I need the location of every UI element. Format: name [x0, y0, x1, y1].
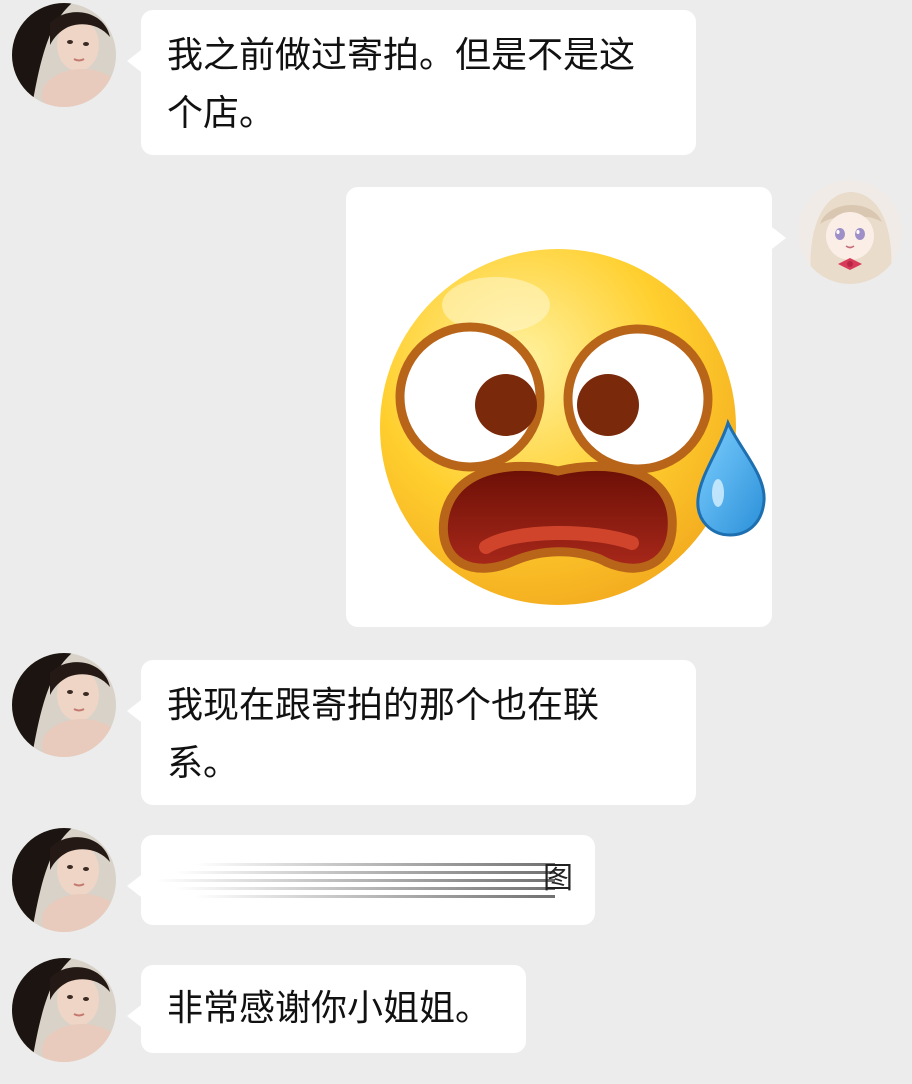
- redaction-mark: 图: [155, 857, 573, 901]
- message-text: 我现在跟寄拍的那个也在联系。: [167, 685, 600, 784]
- photo-avatar-icon: [12, 958, 116, 1062]
- message-text: 非常感谢你小姐姐。: [167, 988, 492, 1029]
- photo-avatar-icon: [12, 828, 116, 932]
- visible-text-fragment: 图: [543, 861, 573, 896]
- message-bubble[interactable]: 我之前做过寄拍。但是不是这个店。: [127, 10, 696, 155]
- photo-avatar-icon: [12, 3, 116, 107]
- message-row: 非常感谢你小姐姐。: [0, 955, 912, 1075]
- message-bubble[interactable]: 我现在跟寄拍的那个也在联系。: [127, 660, 696, 805]
- message-row: 我之前做过寄拍。但是不是这个店。: [0, 0, 912, 170]
- photo-avatar-icon: [12, 653, 116, 757]
- scared-sweating-face-emoji: [380, 249, 766, 605]
- contact-avatar[interactable]: [12, 653, 116, 757]
- message-row: 图: [0, 825, 912, 945]
- message-bubble[interactable]: 非常感谢你小姐姐。: [127, 965, 526, 1053]
- contact-avatar[interactable]: [12, 828, 116, 932]
- self-avatar[interactable]: [798, 180, 902, 284]
- message-row: 我现在跟寄拍的那个也在联系。: [0, 650, 912, 815]
- message-text: 我之前做过寄拍。但是不是这个店。: [167, 35, 636, 134]
- message-row: [0, 170, 912, 640]
- contact-avatar[interactable]: [12, 3, 116, 107]
- contact-avatar[interactable]: [12, 958, 116, 1062]
- redacted-message-bubble[interactable]: 图: [127, 835, 595, 925]
- anime-girl-avatar-icon: [798, 180, 902, 284]
- sticker-bubble[interactable]: [346, 187, 786, 627]
